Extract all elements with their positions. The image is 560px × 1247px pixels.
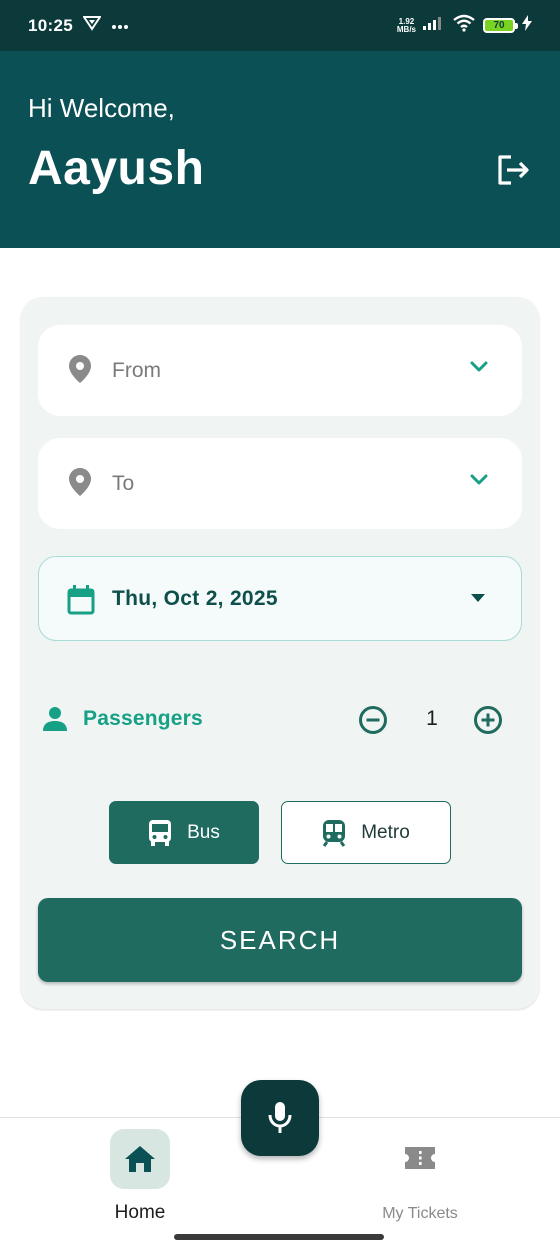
calendar-icon: [67, 585, 95, 615]
selected-date: Thu, Oct 2, 2025: [112, 587, 278, 610]
bus-mode-label: Bus: [187, 821, 220, 843]
to-placeholder: To: [112, 471, 135, 495]
from-placeholder: From: [112, 358, 161, 382]
passengers-count: 1: [426, 707, 438, 730]
bus-mode-button[interactable]: Bus: [109, 801, 259, 864]
passengers-label: Passengers: [83, 707, 203, 730]
caret-down-icon: [471, 594, 485, 602]
metro-mode-label: Metro: [361, 821, 410, 843]
welcome-header: Hi Welcome, Aayush: [0, 51, 560, 248]
passengers-row: Passengers 1: [42, 705, 522, 735]
chevron-down-icon: [470, 361, 488, 372]
decrease-passengers-button[interactable]: [358, 705, 388, 735]
location-pin-icon: [69, 355, 91, 383]
voice-search-button[interactable]: [241, 1080, 319, 1156]
ticket-icon: [405, 1147, 435, 1169]
chevron-down-icon: [470, 474, 488, 485]
logout-icon: [498, 155, 529, 185]
to-dropdown[interactable]: To: [38, 438, 522, 529]
increase-passengers-button[interactable]: [473, 705, 503, 735]
status-time: 10:25: [28, 15, 73, 35]
home-icon: [125, 1146, 155, 1172]
person-icon: [43, 707, 67, 731]
nav-home-label: Home: [114, 1202, 166, 1223]
vpn-icon: [82, 15, 102, 36]
logout-button[interactable]: [494, 151, 532, 189]
more-notifications-icon: [111, 17, 129, 35]
charging-icon: [522, 15, 532, 36]
cellular-signal-icon: [423, 16, 445, 35]
from-dropdown[interactable]: From: [38, 325, 522, 416]
metro-mode-button[interactable]: Metro: [281, 801, 451, 864]
network-speed: 1.92 MB/s: [396, 16, 416, 34]
microphone-icon: [268, 1102, 292, 1133]
status-bar: 10:25 1.92 MB/s 70: [0, 0, 560, 51]
date-picker[interactable]: Thu, Oct 2, 2025: [38, 556, 522, 641]
search-button[interactable]: SEARCH: [38, 898, 522, 982]
bus-icon: [149, 819, 172, 846]
nav-home-indicator: [110, 1129, 170, 1189]
battery-icon: 70: [483, 18, 518, 33]
location-pin-icon: [69, 468, 91, 496]
wifi-icon: [452, 14, 476, 37]
nav-my-tickets-label: My Tickets: [382, 1205, 458, 1222]
nav-home-tab[interactable]: Home: [100, 1127, 180, 1227]
search-card: From To Thu, Oct 2, 2025 Passengers 1 Bu…: [21, 297, 539, 1009]
gesture-navigation-bar[interactable]: [174, 1234, 384, 1240]
username-text: Aayush: [28, 142, 205, 195]
nav-my-tickets-tab[interactable]: My Tickets: [370, 1127, 470, 1227]
train-icon: [323, 819, 346, 847]
greeting-text: Hi Welcome,: [28, 93, 175, 123]
